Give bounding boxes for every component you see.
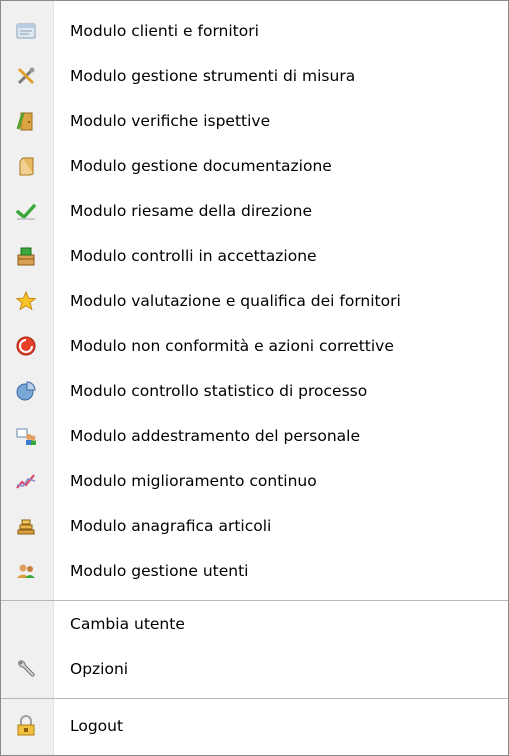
menu-item-label: Logout <box>70 717 124 735</box>
menu-item-label: Modulo valutazione e qualifica dei forni… <box>70 292 401 310</box>
address-book-icon <box>15 20 37 42</box>
menu-item-label: Opzioni <box>70 660 129 678</box>
users-icon <box>15 560 37 582</box>
menu-item-clienti-fornitori[interactable]: Modulo clienti e fornitori <box>1 9 508 53</box>
menu-item-label: Modulo gestione utenti <box>70 562 249 580</box>
menu-item-controllo-statistico[interactable]: Modulo controllo statistico di processo <box>1 369 508 413</box>
menu-item-controlli-accettazione[interactable]: Modulo controlli in accettazione <box>1 234 508 278</box>
menu-item-label: Modulo clienti e fornitori <box>70 22 259 40</box>
menu-item-label: Modulo miglioramento continuo <box>70 472 317 490</box>
trend-chart-icon <box>15 470 37 492</box>
context-menu: Modulo clienti e fornitori Modulo gestio… <box>0 0 509 756</box>
menu-item-label: Modulo riesame della direzione <box>70 202 312 220</box>
menu-item-non-conformita[interactable]: Modulo non conformità e azioni correttiv… <box>1 324 508 368</box>
menu-separator <box>1 698 508 699</box>
menu-item-gestione-utenti[interactable]: Modulo gestione utenti <box>1 549 508 593</box>
package-icon <box>15 245 37 267</box>
menu-item-anagrafica-articoli[interactable]: Modulo anagrafica articoli <box>1 504 508 548</box>
wrench-icon <box>15 658 37 680</box>
menu-item-label: Cambia utente <box>70 615 185 633</box>
menu-item-addestramento-personale[interactable]: Modulo addestramento del personale <box>1 414 508 458</box>
menu-item-miglioramento-continuo[interactable]: Modulo miglioramento continuo <box>1 459 508 503</box>
menu-item-label: Modulo non conformità e azioni correttiv… <box>70 337 394 355</box>
menu-item-opzioni[interactable]: Opzioni <box>1 647 508 691</box>
menu-separator <box>1 600 508 601</box>
menu-item-cambia-utente[interactable]: Cambia utente <box>1 602 508 646</box>
menu-item-label: Modulo controllo statistico di processo <box>70 382 368 400</box>
menu-item-gestione-documentazione[interactable]: Modulo gestione documentazione <box>1 144 508 188</box>
binder-icon <box>15 155 37 177</box>
menu-item-label: Modulo verifiche ispettive <box>70 112 271 130</box>
door-icon <box>15 110 37 132</box>
checkmark-icon <box>15 200 37 222</box>
menu-item-verifiche-ispettive[interactable]: Modulo verifiche ispettive <box>1 99 508 143</box>
menu-item-valutazione-fornitori[interactable]: Modulo valutazione e qualifica dei forni… <box>1 279 508 323</box>
star-icon <box>15 290 37 312</box>
menu-item-label: Modulo gestione strumenti di misura <box>70 67 356 85</box>
stop-icon <box>15 335 37 357</box>
menu-item-strumenti-misura[interactable]: Modulo gestione strumenti di misura <box>1 54 508 98</box>
menu-item-label: Modulo addestramento del personale <box>70 427 360 445</box>
training-icon <box>15 425 37 447</box>
menu-item-label: Modulo controlli in accettazione <box>70 247 317 265</box>
menu-item-logout[interactable]: Logout <box>1 704 508 748</box>
menu-item-label: Modulo gestione documentazione <box>70 157 332 175</box>
stack-icon <box>15 515 37 537</box>
pie-chart-icon <box>15 380 37 402</box>
menu-item-riesame-direzione[interactable]: Modulo riesame della direzione <box>1 189 508 233</box>
menu-item-label: Modulo anagrafica articoli <box>70 517 272 535</box>
lock-icon <box>15 715 37 737</box>
tools-icon <box>15 65 37 87</box>
